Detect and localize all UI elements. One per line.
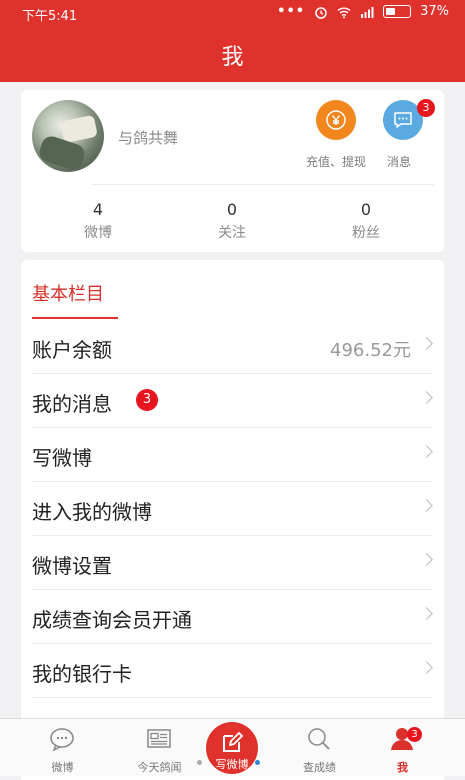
- recharge-label[interactable]: 充值、提现: [306, 153, 366, 170]
- menu-item-bank-card[interactable]: 我的银行卡: [32, 644, 433, 698]
- messages-badge: 3: [417, 99, 435, 117]
- menu-item-label: 微博设置: [32, 554, 112, 578]
- tab-me-badge: 3: [407, 727, 422, 742]
- menu-item-label: 进入我的微博: [32, 500, 152, 524]
- chevron-right-icon: [420, 391, 433, 404]
- divider: [91, 184, 434, 185]
- battery-percent: 37%: [420, 4, 449, 19]
- header-bar: 我: [0, 25, 465, 82]
- divider: [32, 697, 433, 698]
- messages-label[interactable]: 消息: [387, 153, 411, 170]
- status-time: 下午5:41: [22, 9, 78, 24]
- avatar-shape: [60, 114, 98, 144]
- stat-label: 粉丝: [352, 225, 380, 241]
- section-underline: [32, 317, 118, 319]
- chat-bubble-icon: [394, 112, 412, 128]
- tab-label: 今天鸽闻: [137, 761, 182, 774]
- menu-item-enter-my-weibo[interactable]: 进入我的微博: [32, 482, 433, 536]
- tab-today-news[interactable]: 今天鸽闻: [113, 719, 206, 776]
- tab-me[interactable]: 我: [356, 719, 449, 776]
- tab-check-scores[interactable]: 查成绩: [273, 719, 366, 776]
- write-weibo-label[interactable]: 写微博: [206, 756, 258, 772]
- balance-value: 496.52元: [330, 340, 411, 361]
- chat-bubble-icon: [50, 728, 74, 752]
- chevron-right-icon: [420, 445, 433, 458]
- tab-label: 查成绩: [303, 761, 336, 774]
- recharge-button[interactable]: [316, 100, 356, 140]
- menu-item-label: 我的银行卡: [32, 662, 132, 686]
- menu-card: 基本栏目 账户余额 496.52元 我的消息 3 写微博 进入我的微博 微博设置…: [21, 260, 444, 780]
- stat-weibo[interactable]: 4 微博: [58, 200, 138, 242]
- profile-card: 与鸽共舞 充值、提现 3 消息 4 微博 0 关注 0 粉丝: [21, 90, 444, 252]
- menu-item-label: 账户余额: [32, 338, 112, 362]
- tab-label: 微博: [51, 761, 74, 774]
- stat-value: 0: [360, 200, 372, 219]
- stat-label: 微博: [84, 225, 112, 241]
- chevron-right-icon: [420, 553, 433, 566]
- section-title: 基本栏目: [32, 284, 104, 305]
- menu-item-label: 我的消息: [32, 392, 112, 416]
- notification-dots: •••: [277, 4, 306, 19]
- search-icon: [308, 728, 330, 750]
- messages-count-badge: 3: [136, 389, 158, 411]
- menu-item-weibo-settings[interactable]: 微博设置: [32, 536, 433, 590]
- tab-weibo[interactable]: 微博: [16, 719, 109, 776]
- menu-item-membership[interactable]: 成绩查询会员开通: [32, 590, 433, 644]
- wifi-icon: [337, 7, 351, 18]
- signal-icon: [361, 6, 374, 18]
- yen-coin-icon: [326, 110, 346, 130]
- tab-label: 我: [397, 761, 408, 774]
- stat-following[interactable]: 0 关注: [192, 200, 272, 242]
- chevron-right-icon: [420, 499, 433, 512]
- avatar[interactable]: [32, 100, 104, 172]
- stat-label: 关注: [218, 225, 246, 241]
- chevron-right-icon: [420, 337, 433, 350]
- newspaper-icon: [147, 729, 171, 748]
- menu-item-label: 写微博: [32, 446, 92, 470]
- menu-item-account-balance[interactable]: 账户余额 496.52元: [32, 320, 433, 374]
- page-indicator-dot: [197, 760, 202, 765]
- status-icons: ••• 37%: [277, 4, 449, 19]
- status-bar: 下午5:41 ••• 37%: [0, 0, 465, 25]
- stat-value: 4: [92, 200, 104, 219]
- battery-icon: [383, 5, 412, 18]
- page-title: 我: [221, 45, 244, 70]
- alarm-icon: [315, 6, 327, 19]
- menu-item-label: 成绩查询会员开通: [32, 608, 192, 632]
- chevron-right-icon: [420, 661, 433, 674]
- edit-icon: [223, 732, 243, 752]
- stat-followers[interactable]: 0 粉丝: [326, 200, 406, 242]
- menu-item-my-messages[interactable]: 我的消息 3: [32, 374, 433, 428]
- stat-value: 0: [226, 200, 238, 219]
- username[interactable]: 与鸽共舞: [118, 127, 178, 148]
- menu-item-write-weibo[interactable]: 写微博: [32, 428, 433, 482]
- chevron-right-icon: [420, 607, 433, 620]
